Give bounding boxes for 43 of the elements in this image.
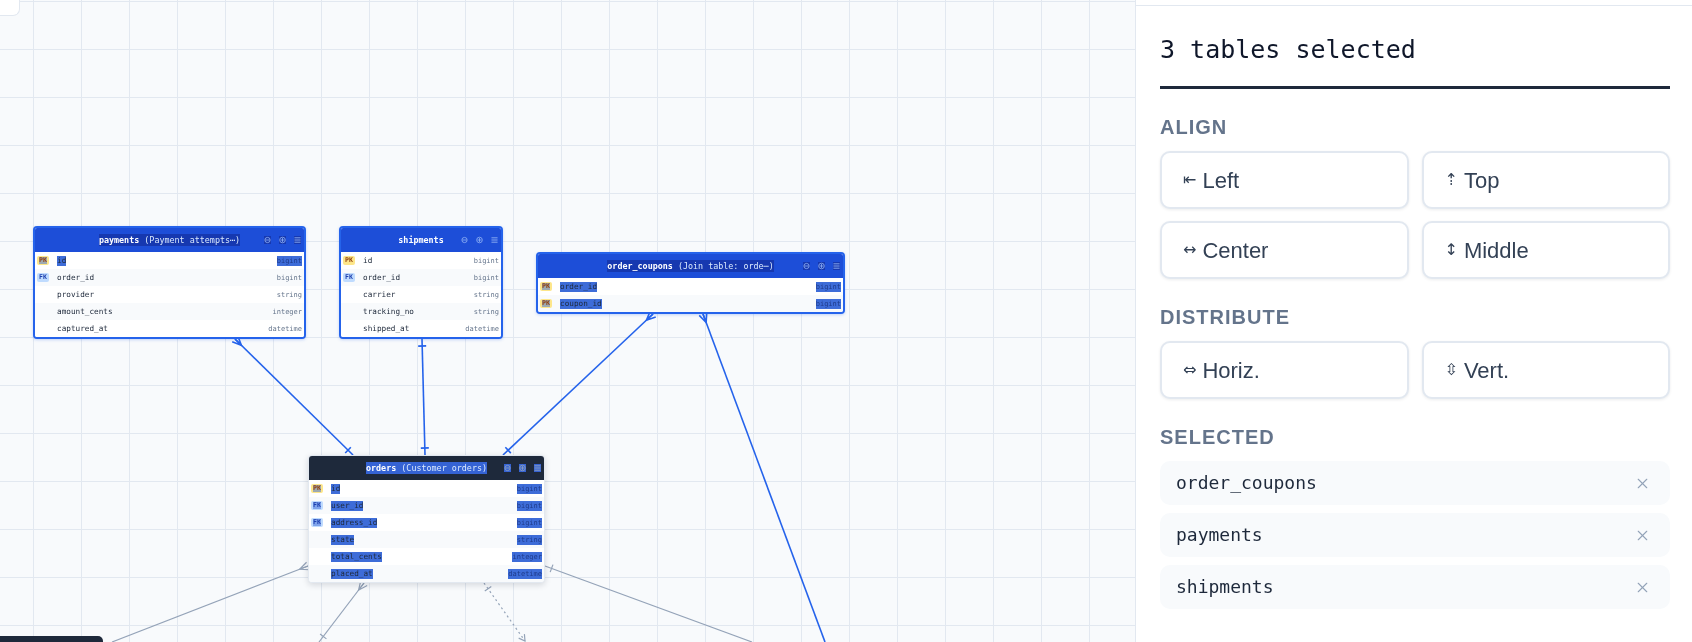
table-title: shipments [398,234,444,246]
table-header[interactable]: shipments [341,228,501,252]
arrow-icon: ⇳ [1444,362,1458,378]
floating-panel [0,0,20,16]
arrow-icon: ↕ [1444,242,1458,258]
selected-table-item[interactable]: order_coupons [1160,461,1670,505]
table-header[interactable]: payments (Payment attempts⋯) [35,228,304,252]
plus-circle-icon[interactable] [818,262,825,270]
selection-title: 3 tables selected [1160,35,1417,65]
table-name: shipments [1176,575,1274,599]
plus-circle-icon[interactable] [279,236,286,244]
menu-icon[interactable] [833,262,840,270]
toolbar-button[interactable]: ⇔ Horiz. [1160,341,1409,399]
arrow-icon: ⇡ [1444,172,1458,188]
minus-circle-icon[interactable] [461,236,468,244]
section-label: DISTRIBUTE [1160,305,1291,329]
toolbar-button[interactable]: ↕ Middle [1421,221,1670,279]
selected-table-item[interactable]: payments [1160,513,1670,557]
menu-icon[interactable] [534,464,541,472]
table-name: payments [1176,523,1263,547]
section-label: ALIGN [1160,115,1229,139]
arrow-icon: ⇤ [1183,172,1197,188]
arrow-icon: ↔ [1183,242,1197,258]
toolbar-button[interactable]: ⇤ Left [1160,151,1409,209]
table-header[interactable]: order_coupons (Join table: orde⋯) [538,254,843,278]
menu-icon[interactable] [294,236,301,244]
toolbar-button[interactable]: ↔ Center [1160,221,1409,279]
table-title: payments (Payment attempts⋯) [98,234,241,246]
arrow-icon: ⇔ [1183,362,1197,378]
minus-circle-icon[interactable] [504,464,511,472]
menu-icon[interactable] [491,236,498,244]
plus-circle-icon[interactable] [519,464,526,472]
section-label: SELECTED [1160,425,1276,449]
minus-circle-icon[interactable] [803,262,810,270]
table-name: order_coupons [1176,471,1317,495]
toolbar-button[interactable]: ⇡ Top [1421,151,1670,209]
selected-table-item[interactable]: shipments [1160,565,1670,609]
table-header[interactable]: orders (Customer orders) [309,456,544,480]
toolbar-button[interactable]: ⇳ Vert. [1421,341,1670,399]
table-title: orders (Customer orders) [366,462,487,474]
plus-circle-icon[interactable] [476,236,483,244]
table-title: order_coupons (Join table: orde⋯) [607,260,774,272]
minus-circle-icon[interactable] [264,236,271,244]
